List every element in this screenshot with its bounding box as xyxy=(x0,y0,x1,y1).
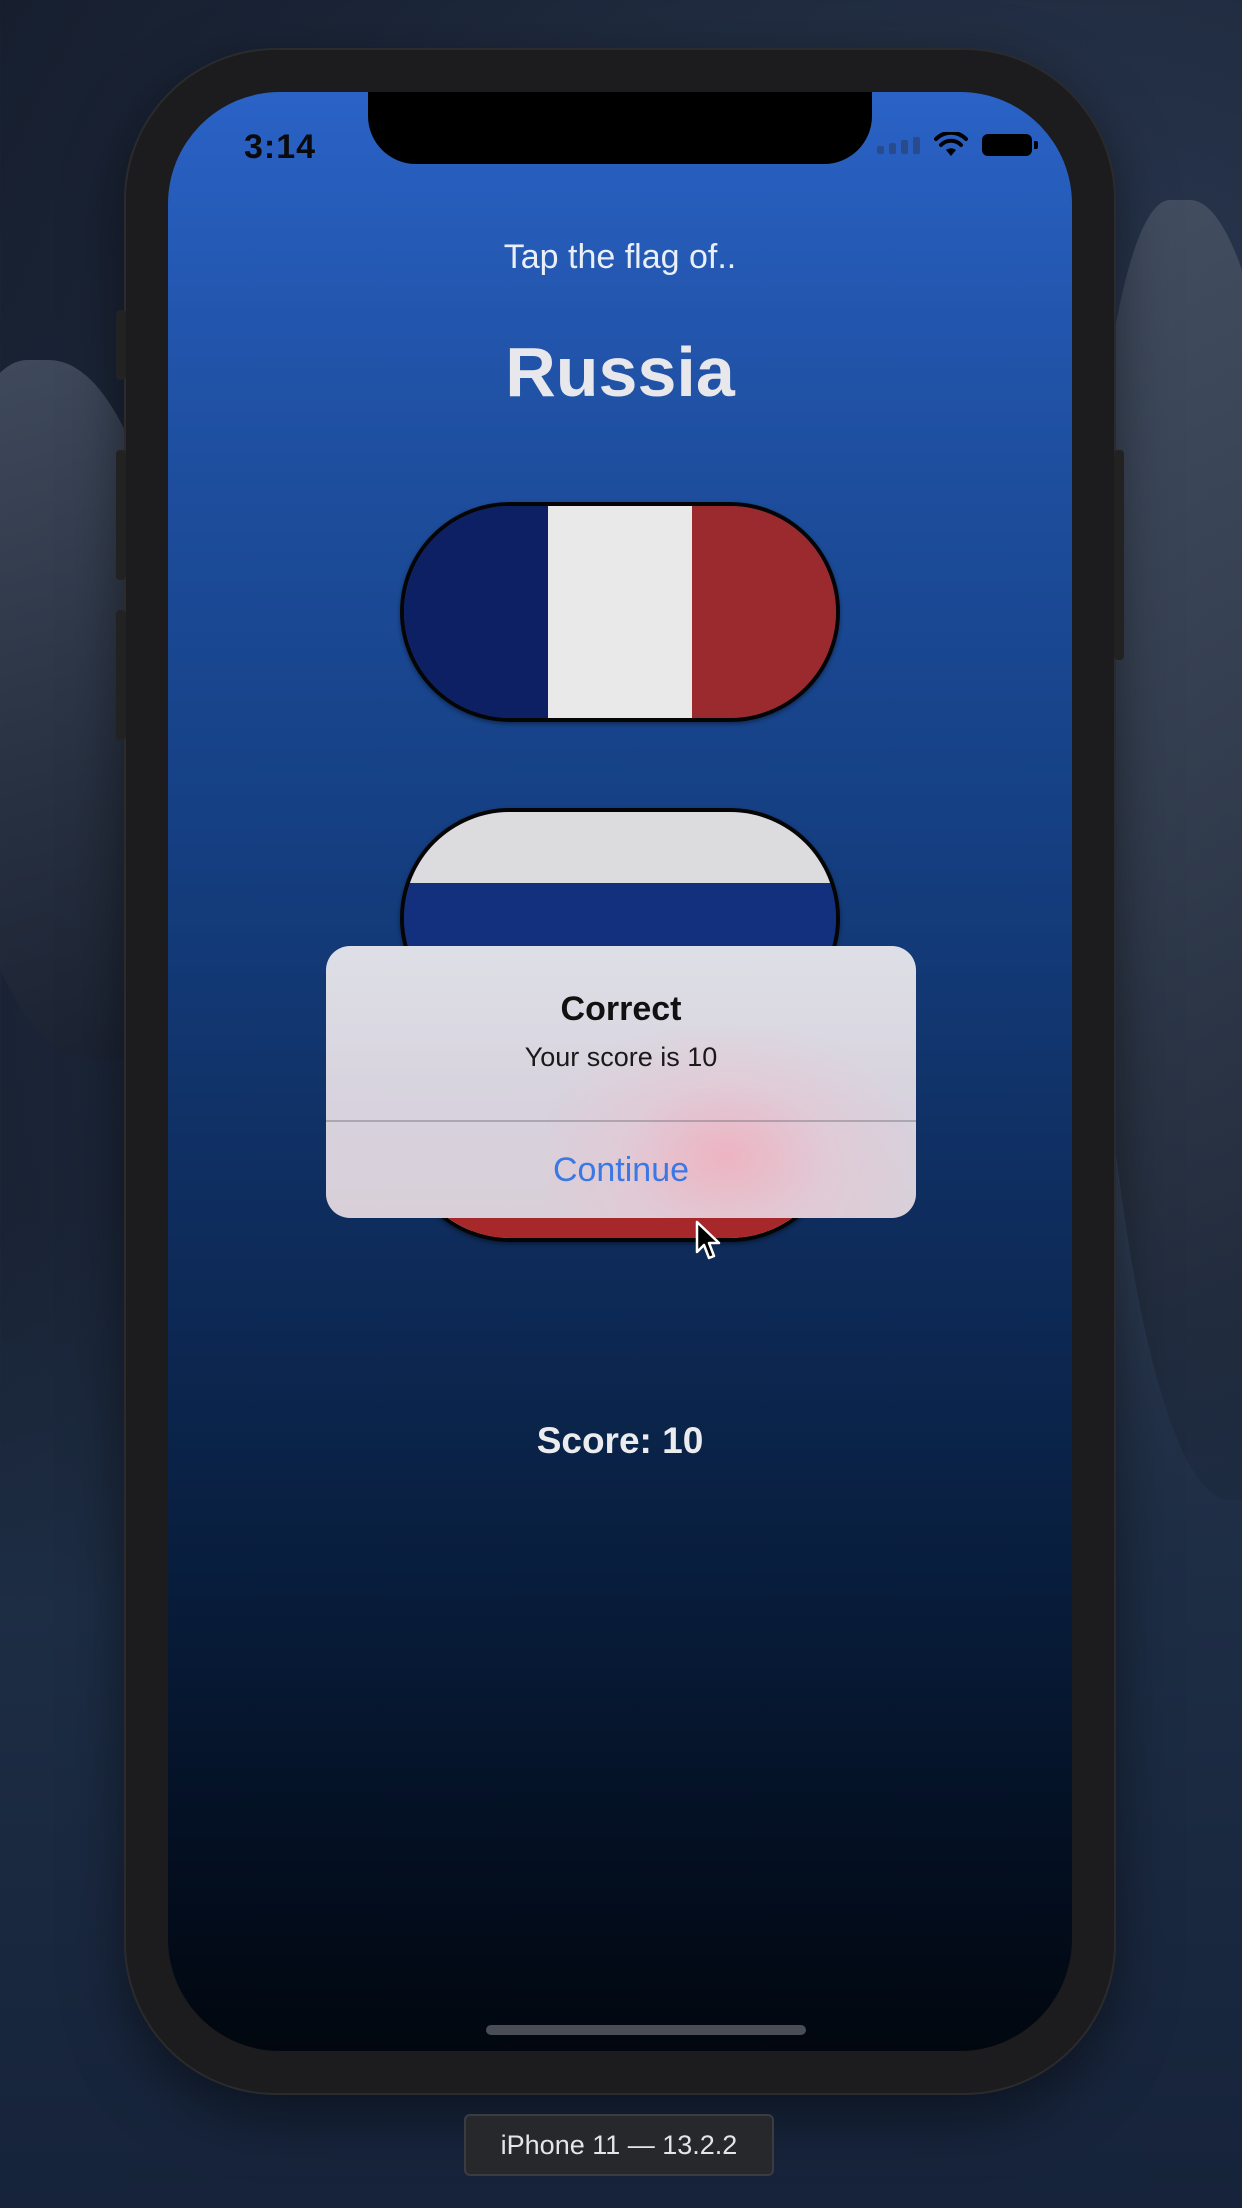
side-power-button xyxy=(1114,450,1124,660)
result-alert-dialog: Correct Your score is 10 Continue xyxy=(326,946,916,1218)
cellular-signal-icon xyxy=(877,136,920,154)
flag-stripe-white xyxy=(548,506,692,718)
status-time: 3:14 xyxy=(244,128,317,166)
alert-title: Correct xyxy=(560,990,682,1028)
flag-stripe-blue xyxy=(404,882,836,954)
simulator-device-label: iPhone 11 — 13.2.2 xyxy=(464,2114,774,2176)
continue-button[interactable]: Continue xyxy=(326,1122,916,1218)
flag-stripe-red xyxy=(692,506,836,718)
status-icons xyxy=(877,132,1038,158)
flag-button-france[interactable] xyxy=(400,502,840,722)
home-indicator[interactable] xyxy=(486,2025,806,2035)
mouse-cursor-icon xyxy=(695,1220,721,1260)
score-label: Score: 10 xyxy=(536,1420,704,1461)
target-country-title: Russia xyxy=(505,333,735,411)
battery-icon xyxy=(982,134,1038,156)
mute-switch xyxy=(116,310,126,380)
notch xyxy=(368,92,872,164)
prompt-label: Tap the flag of.. xyxy=(503,238,737,276)
flag-stripe-blue xyxy=(404,506,548,718)
volume-down-button xyxy=(116,610,126,740)
flag-stripe-white xyxy=(404,812,836,883)
wifi-icon xyxy=(934,132,968,156)
volume-up-button xyxy=(116,450,126,580)
alert-message: Your score is 10 xyxy=(524,1042,718,1072)
